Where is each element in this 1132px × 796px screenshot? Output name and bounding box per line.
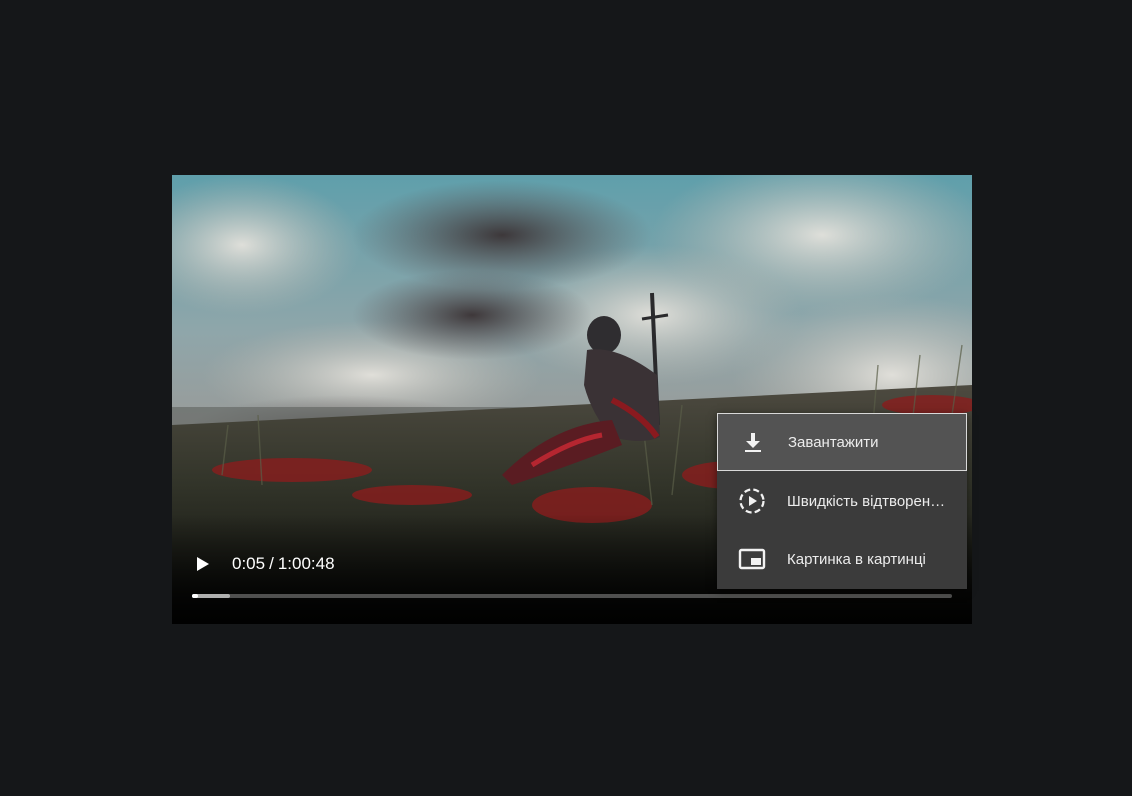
progress-played: [192, 594, 198, 598]
time-display: 0:05/1:00:48: [232, 553, 335, 575]
menu-item-playback-speed[interactable]: Швидкість відтворен…: [717, 472, 967, 530]
current-time: 0:05: [232, 554, 266, 573]
menu-item-label: Завантажити: [788, 433, 879, 451]
context-menu: Завантажити Швидкість відтворен… Картинк…: [717, 413, 967, 589]
download-icon: [718, 413, 788, 471]
menu-item-picture-in-picture[interactable]: Картинка в картинці: [717, 530, 967, 588]
play-button[interactable]: [190, 551, 216, 577]
time-separator: /: [269, 554, 274, 573]
playback-speed-icon: [717, 472, 787, 530]
play-icon: [197, 557, 209, 571]
duration: 1:00:48: [277, 554, 335, 573]
menu-item-download[interactable]: Завантажити: [717, 413, 967, 471]
menu-item-label: Швидкість відтворен…: [787, 492, 946, 510]
progress-bar[interactable]: [192, 594, 952, 598]
picture-in-picture-icon: [717, 530, 787, 588]
menu-item-label: Картинка в картинці: [787, 550, 926, 568]
